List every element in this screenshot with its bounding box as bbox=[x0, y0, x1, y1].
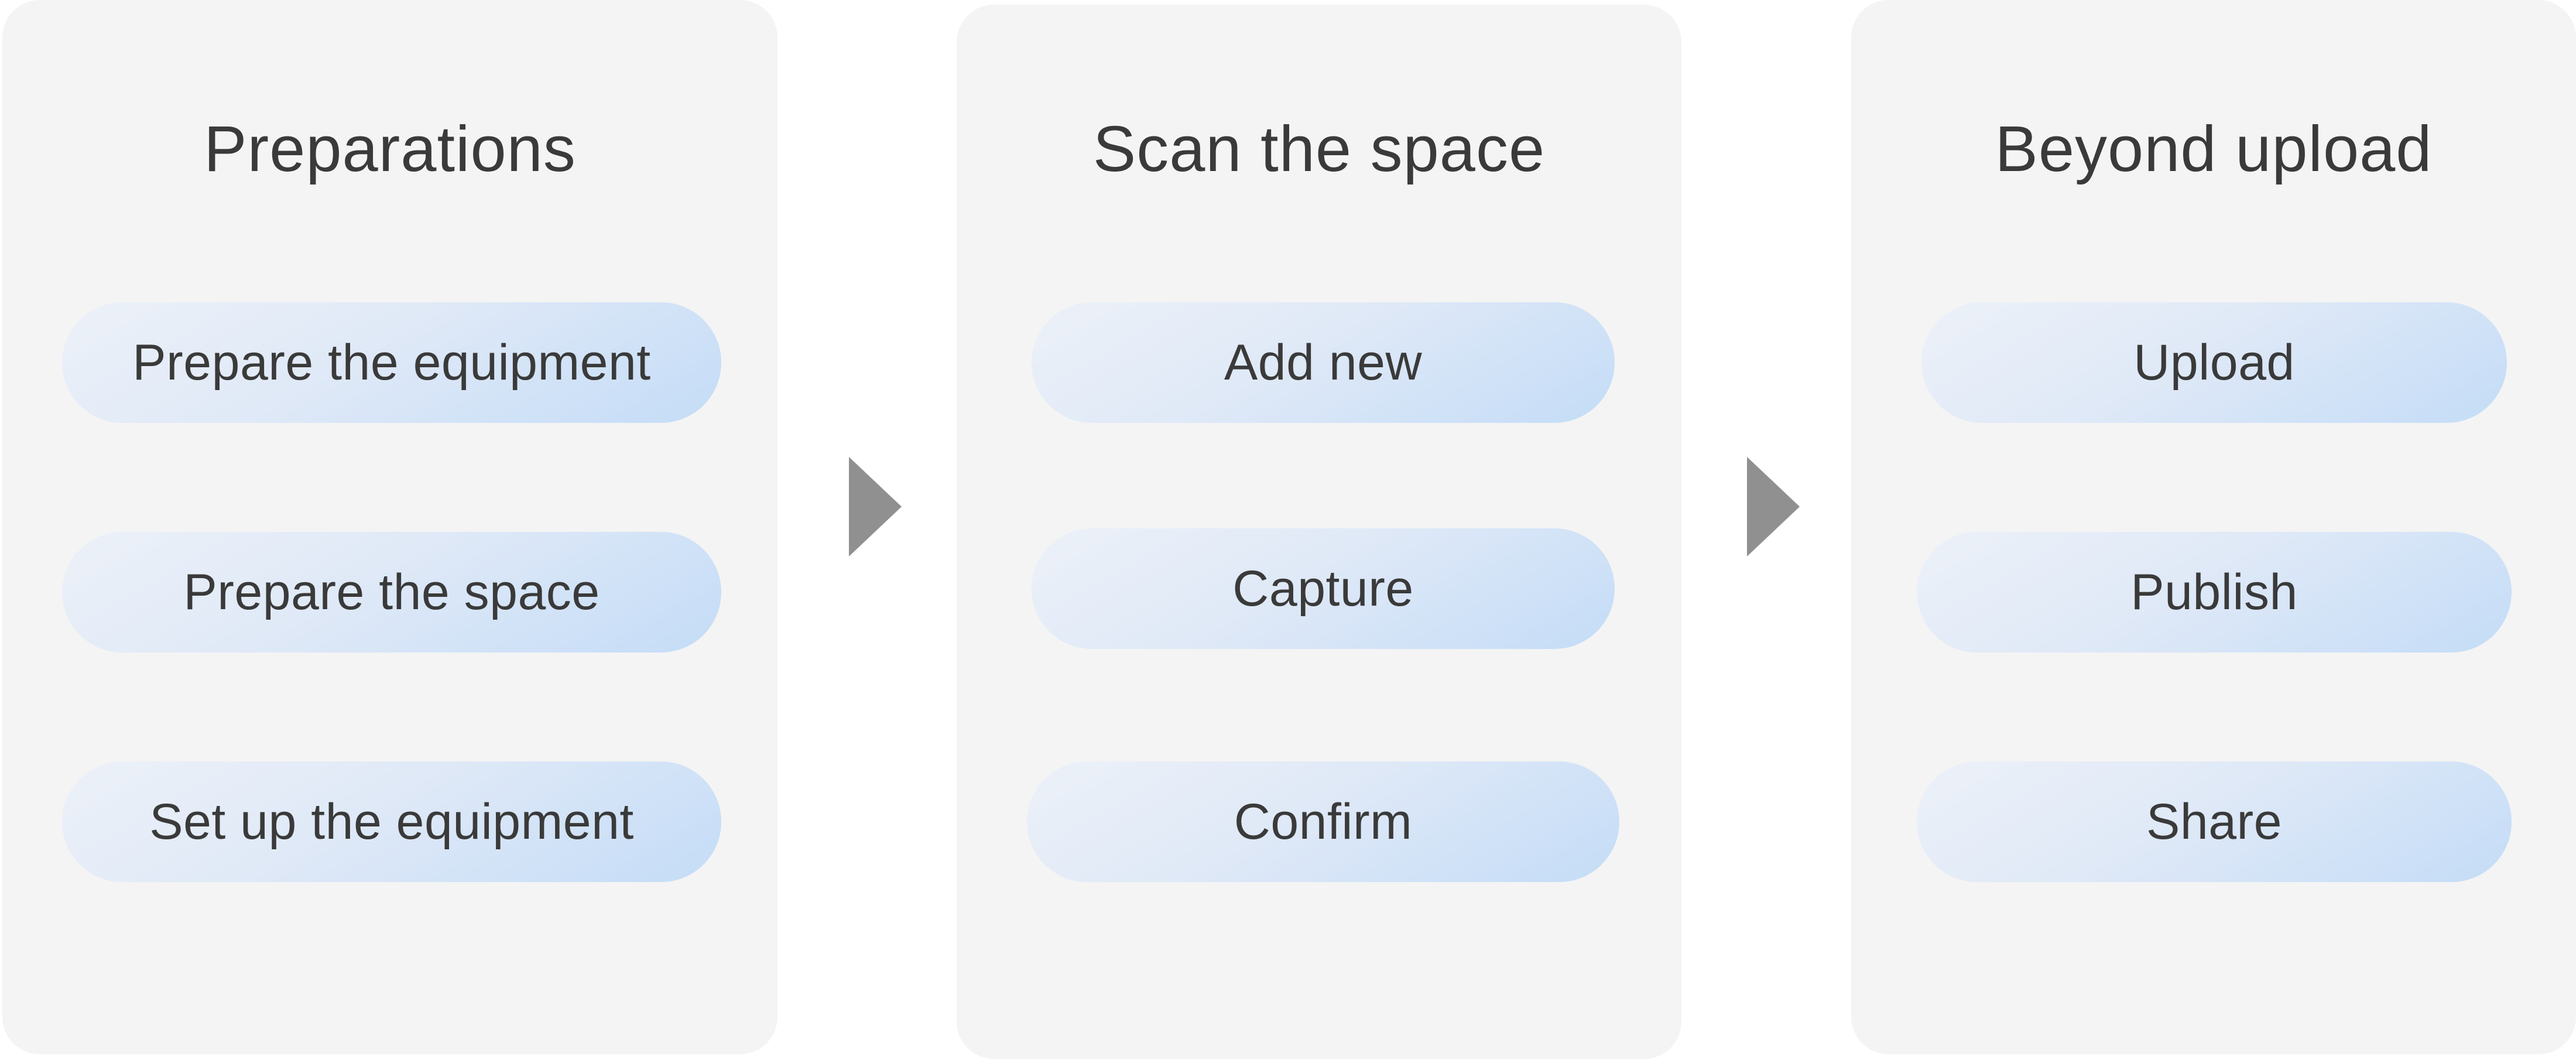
stage-panel-preparations: Preparations Prepare the equipment Prepa… bbox=[2, 0, 777, 1054]
step-label: Prepare the equipment bbox=[132, 334, 651, 391]
stage-title: Beyond upload bbox=[1995, 113, 2433, 185]
step-label: Upload bbox=[2133, 334, 2295, 391]
step-label: Add new bbox=[1224, 334, 1423, 391]
step-pill: Add new bbox=[1032, 302, 1615, 423]
step-pill: Upload bbox=[1921, 302, 2507, 423]
stage-title: Preparations bbox=[204, 113, 576, 185]
step-label: Share bbox=[2146, 794, 2282, 850]
step-label: Confirm bbox=[1234, 794, 1413, 850]
stage-title: Scan the space bbox=[1092, 113, 1546, 185]
step-pill: Prepare the equipment bbox=[62, 302, 721, 423]
stage-panel-beyond-upload: Beyond upload Upload Publish Share bbox=[1851, 0, 2576, 1054]
triangle-arrow-icon bbox=[849, 457, 902, 556]
step-label: Set up the equipment bbox=[149, 794, 634, 850]
step-label: Capture bbox=[1232, 561, 1414, 617]
step-pill: Capture bbox=[1032, 528, 1615, 649]
step-pill: Share bbox=[1917, 761, 2512, 882]
triangle-arrow-icon bbox=[1747, 457, 1800, 556]
step-label: Prepare the space bbox=[183, 564, 600, 620]
step-pill: Publish bbox=[1917, 532, 2512, 653]
step-pill: Set up the equipment bbox=[62, 761, 721, 882]
step-pill: Prepare the space bbox=[62, 532, 721, 653]
stage-panel-scan-the-space: Scan the space Add new Capture Confirm bbox=[957, 5, 1681, 1059]
step-pill: Confirm bbox=[1027, 761, 1619, 882]
step-label: Publish bbox=[2130, 564, 2298, 620]
